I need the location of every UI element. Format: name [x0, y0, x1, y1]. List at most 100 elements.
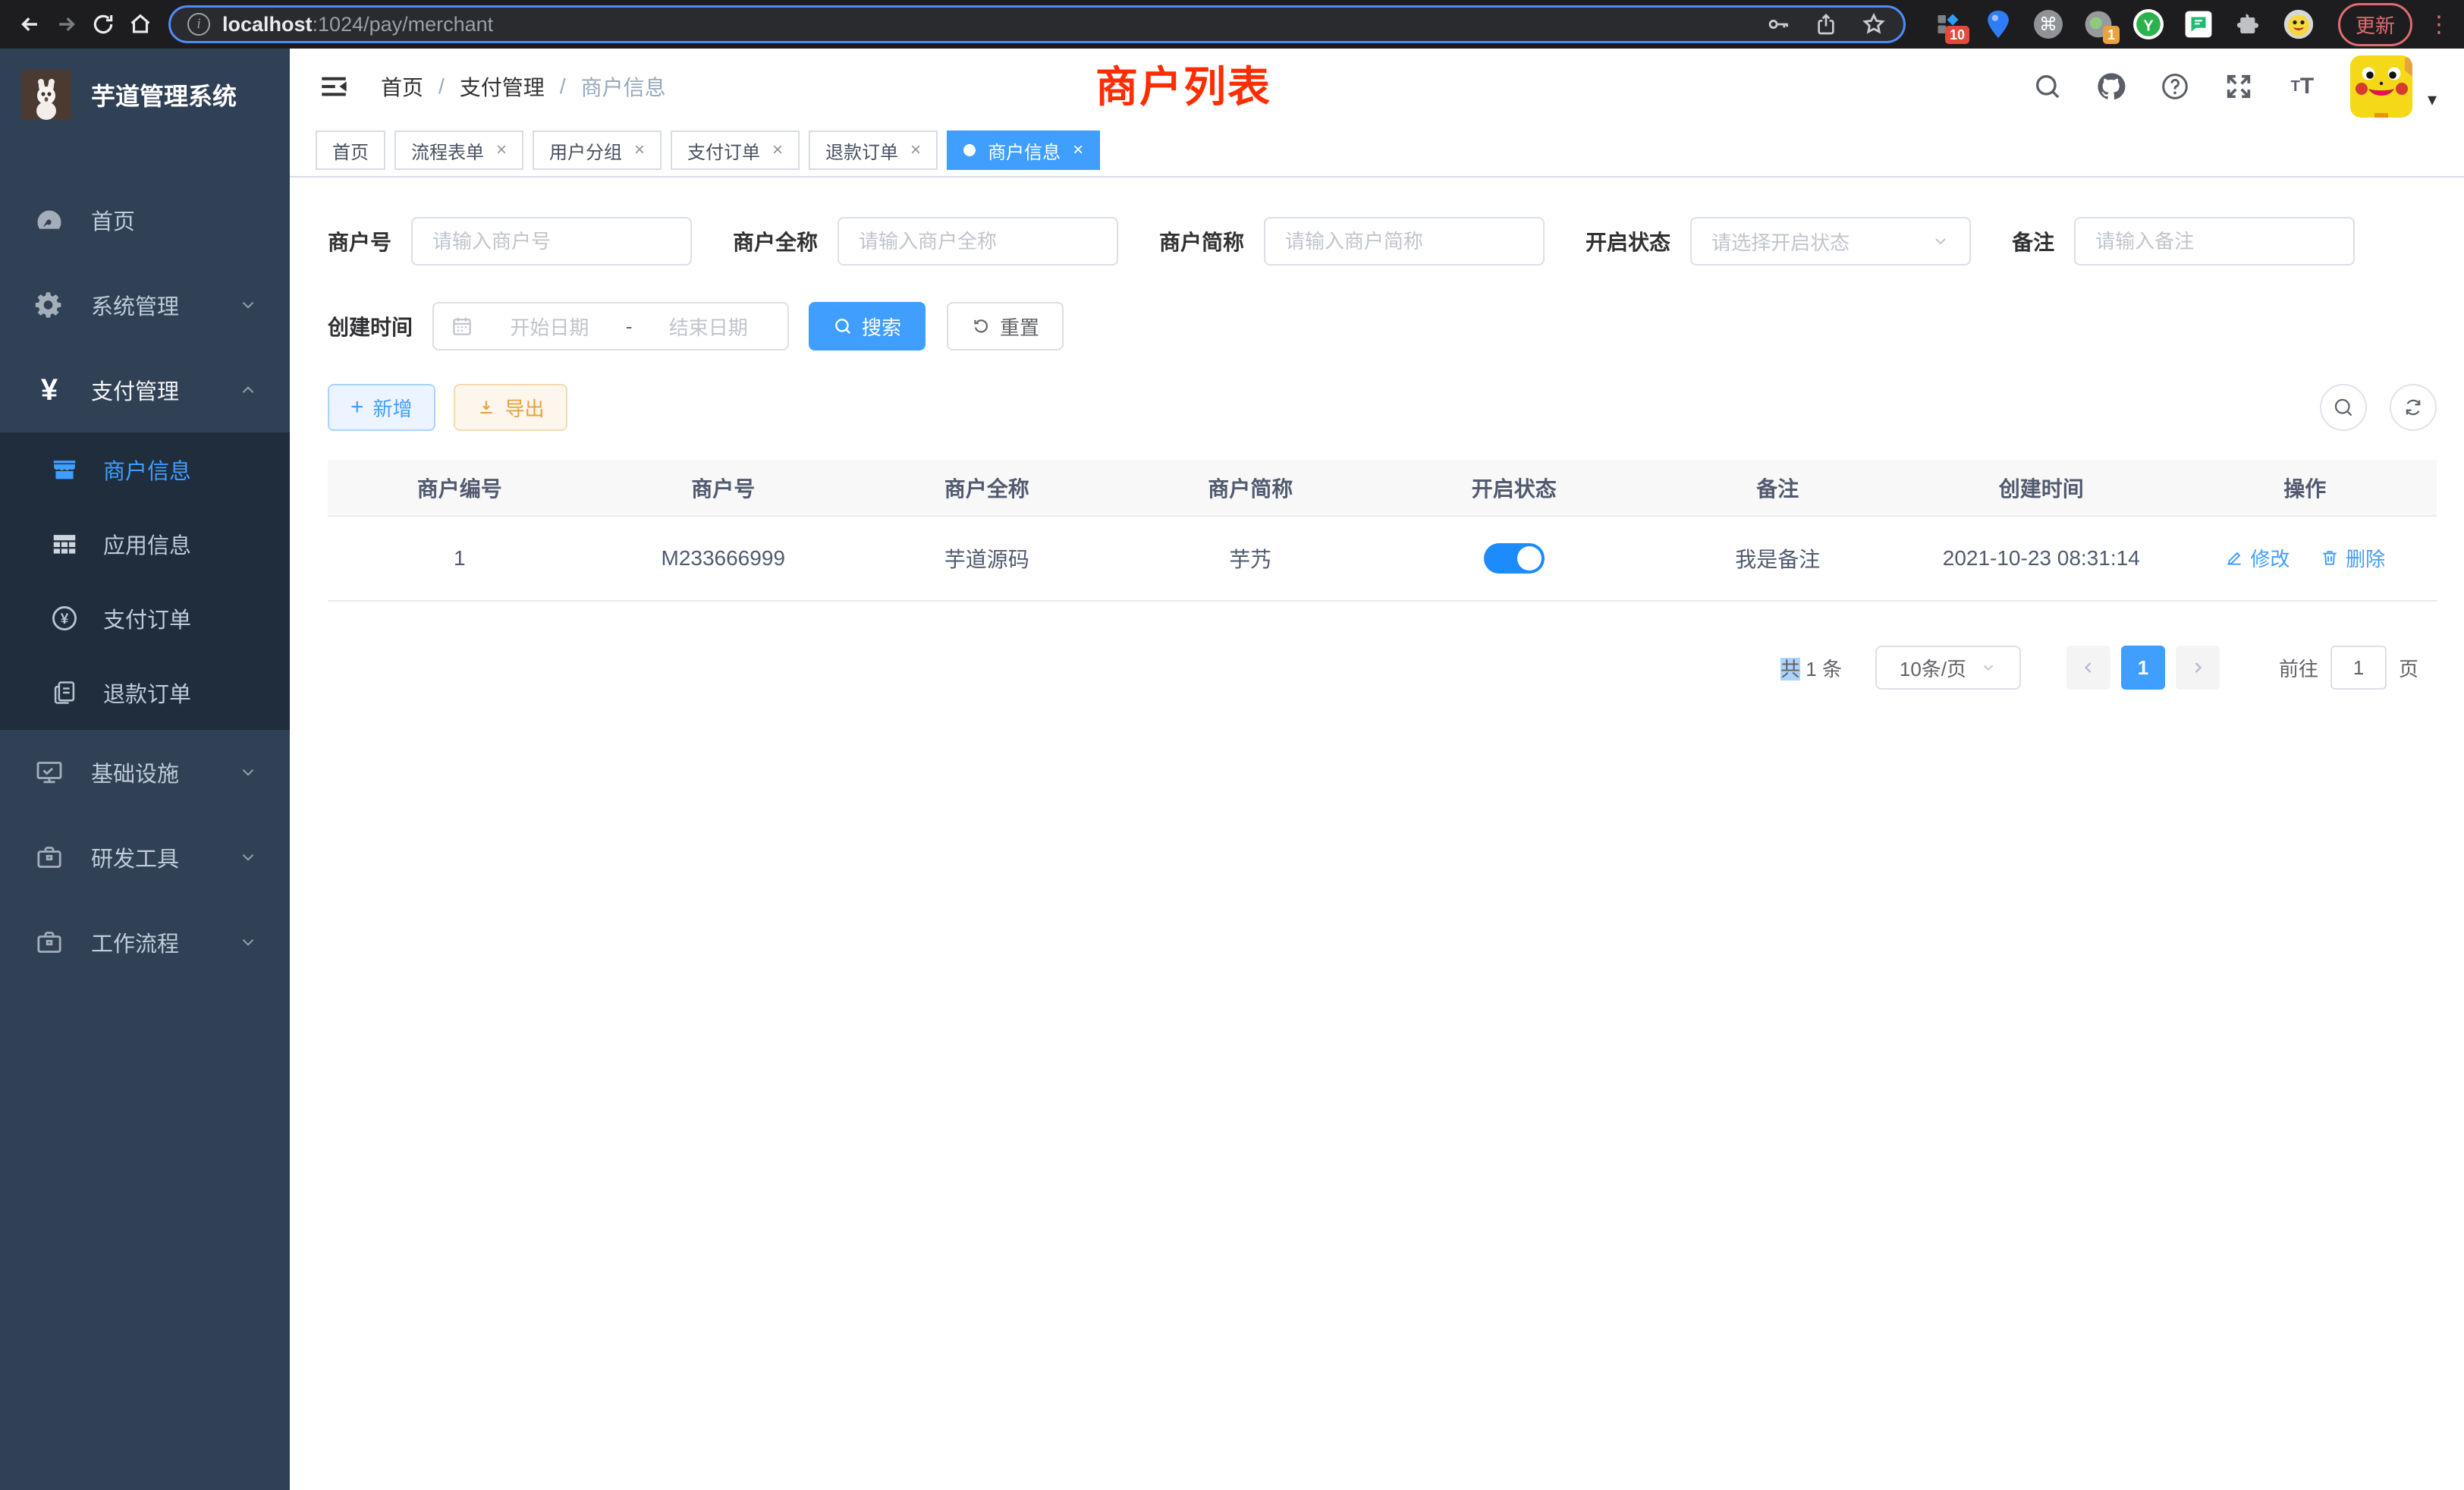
merchant-no-input[interactable]	[411, 217, 692, 266]
toggle-search-button[interactable]	[2320, 384, 2367, 431]
tab-process-form[interactable]: 流程表单×	[394, 130, 523, 170]
reset-button[interactable]: 重置	[947, 302, 1064, 350]
extension-chat-icon[interactable]	[2183, 9, 2214, 39]
tab-refund-orders[interactable]: 退款订单×	[809, 130, 938, 170]
document-icon	[49, 677, 80, 709]
user-avatar[interactable]	[2350, 55, 2412, 118]
close-icon[interactable]: ×	[634, 140, 645, 161]
status-toggle[interactable]	[1484, 543, 1545, 574]
sidebar-logo[interactable]: 芋道管理系统	[0, 49, 290, 141]
share-icon[interactable]	[1814, 12, 1838, 36]
sidebar-item-pay-orders[interactable]: ¥ 支付订单	[0, 581, 290, 655]
breadcrumb-payment[interactable]: 支付管理	[460, 71, 545, 102]
tab-merchant-info[interactable]: 商户信息×	[947, 130, 1100, 170]
breadcrumb-home[interactable]: 首页	[381, 71, 423, 102]
close-icon[interactable]: ×	[772, 140, 783, 161]
extension-badge: 1	[2103, 26, 2120, 44]
browser-update-button[interactable]: 更新	[2338, 3, 2412, 46]
logo-rabbit-image	[21, 70, 71, 120]
page-unit-label: 页	[2399, 654, 2418, 682]
extension-y-icon[interactable]: Y	[2133, 9, 2164, 39]
download-icon	[476, 398, 496, 417]
page-1-button[interactable]: 1	[2121, 646, 2165, 690]
browser-forward-button[interactable]	[51, 6, 83, 42]
address-bar[interactable]: i localhost:1024/pay/merchant	[168, 5, 1906, 43]
end-date-placeholder: 结束日期	[646, 313, 771, 341]
sidebar-item-app-info[interactable]: 应用信息	[0, 507, 290, 581]
sidebar-item-label: 基础设施	[91, 756, 179, 788]
goto-page-input[interactable]	[2330, 646, 2387, 690]
status-select[interactable]: 请选择开启状态	[1690, 217, 1971, 266]
browser-reload-button[interactable]	[87, 6, 120, 42]
remark-input[interactable]	[2074, 217, 2355, 266]
col-merchant-id: 商户号	[592, 460, 856, 516]
extension-command-icon[interactable]: ⌘	[2033, 9, 2063, 39]
font-size-icon[interactable]: TT	[2286, 71, 2318, 102]
sidebar-item-label: 工作流程	[91, 926, 179, 958]
refresh-table-button[interactable]	[2390, 384, 2437, 431]
browser-toolbar: i localhost:1024/pay/merchant 10 ⌘ 1 Y	[0, 0, 2464, 49]
sidebar-item-home[interactable]: 首页	[0, 178, 290, 262]
close-icon[interactable]: ×	[910, 140, 921, 161]
sidebar-item-merchant-info[interactable]: 商户信息	[0, 432, 290, 507]
avatar-caret-icon[interactable]: ▾	[2428, 89, 2437, 111]
password-key-icon[interactable]	[1765, 11, 1791, 37]
extension-emoji-icon[interactable]	[2283, 9, 2314, 39]
cell-merchant-no: 1	[328, 516, 592, 601]
forward-icon	[54, 11, 80, 37]
col-merchant-no: 商户编号	[328, 460, 592, 516]
sidebar-item-infrastructure[interactable]: 基础设施	[0, 730, 290, 815]
close-icon[interactable]: ×	[496, 140, 507, 161]
browser-home-button[interactable]	[124, 6, 157, 42]
chevron-down-icon	[238, 932, 258, 952]
edit-link[interactable]: 修改	[2224, 544, 2290, 572]
svg-text:¥: ¥	[61, 611, 69, 627]
next-page-button[interactable]	[2176, 646, 2220, 690]
page-info-icon[interactable]: i	[187, 13, 210, 36]
table-header-row: 商户编号 商户号 商户全称 商户简称 开启状态 备注 创建时间 操作	[328, 460, 2437, 516]
help-icon[interactable]	[2159, 71, 2191, 102]
tabs-bar: 首页 流程表单× 用户分组× 支付订单× 退款订单× 商户信息×	[290, 124, 2464, 178]
search-icon[interactable]	[2032, 71, 2063, 102]
home-icon	[127, 11, 153, 37]
prev-page-button[interactable]	[2066, 646, 2110, 690]
bookmark-star-icon[interactable]	[1861, 11, 1887, 37]
close-icon[interactable]: ×	[1073, 140, 1083, 161]
url-text: localhost:1024/pay/merchant	[222, 13, 493, 36]
sidebar-item-workflow[interactable]: 工作流程	[0, 900, 290, 985]
extension-pin-icon[interactable]	[1983, 9, 2013, 39]
extension-recorder-icon[interactable]: 1	[2083, 9, 2114, 39]
browser-back-button[interactable]	[14, 6, 46, 42]
page-size-select[interactable]: 10条/页	[1875, 646, 2021, 690]
add-button[interactable]: + 新增	[328, 384, 435, 431]
sidebar-item-system[interactable]: 系统管理	[0, 262, 290, 347]
sidebar-fold-button[interactable]	[317, 70, 350, 103]
filter-label-create-time: 创建时间	[328, 311, 413, 341]
github-icon[interactable]	[2095, 71, 2127, 102]
start-date-placeholder: 开始日期	[487, 313, 612, 341]
delete-link[interactable]: 删除	[2320, 544, 2385, 572]
browser-menu-icon[interactable]: ⋮	[2428, 11, 2450, 38]
tab-home[interactable]: 首页	[316, 130, 385, 170]
col-status: 开启状态	[1382, 460, 1646, 516]
table-toolbar: + 新增 导出	[328, 384, 2437, 431]
sidebar-item-label: 退款订单	[103, 677, 191, 709]
tab-user-group[interactable]: 用户分组×	[533, 130, 662, 170]
tab-pay-orders[interactable]: 支付订单×	[671, 130, 800, 170]
sidebar-item-payment[interactable]: ¥ 支付管理	[0, 347, 290, 432]
sidebar-item-refund-orders[interactable]: 退款订单	[0, 655, 290, 730]
create-time-range-picker[interactable]: 开始日期 - 结束日期	[432, 302, 789, 350]
extension-puzzle-icon[interactable]	[2233, 9, 2264, 39]
short-name-input[interactable]	[1264, 217, 1545, 266]
search-button[interactable]: 搜索	[809, 302, 926, 350]
sidebar-item-dev-tools[interactable]: 研发工具	[0, 815, 290, 900]
app-title: 芋道管理系统	[91, 77, 237, 112]
yuan-circle-icon: ¥	[49, 602, 80, 634]
export-button[interactable]: 导出	[454, 384, 567, 431]
fullscreen-icon[interactable]	[2223, 71, 2255, 102]
extension-tabs-icon[interactable]: 10	[1933, 9, 1963, 39]
filter-row-2: 创建时间 开始日期 - 结束日期 搜索 重置	[328, 302, 2437, 350]
full-name-input[interactable]	[838, 217, 1118, 266]
goto-label: 前往	[2279, 654, 2318, 682]
plus-icon: +	[350, 395, 364, 420]
